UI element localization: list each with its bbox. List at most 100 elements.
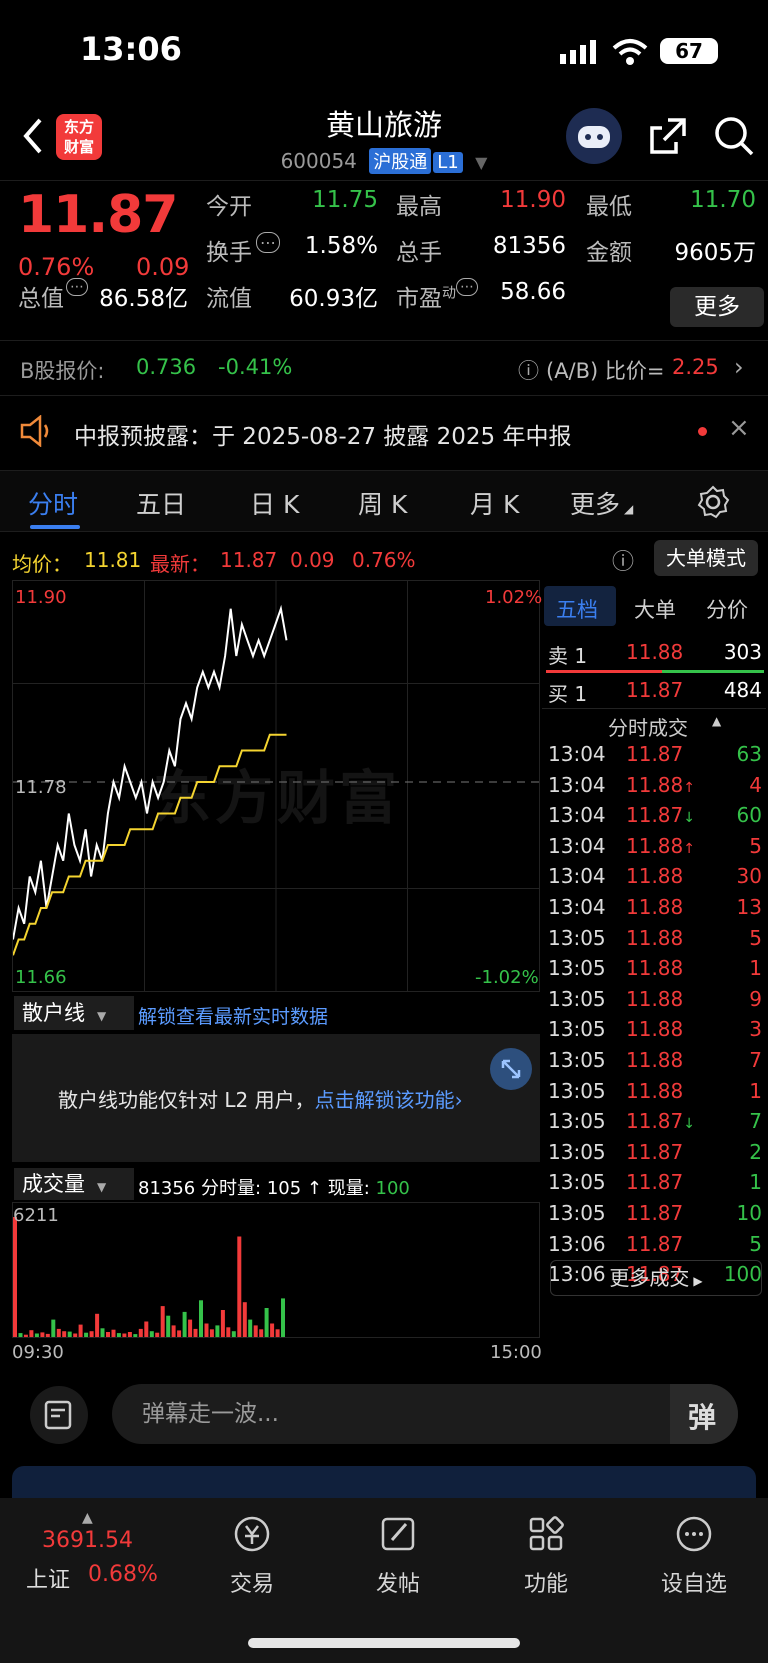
volume-bar [23,1334,28,1337]
volume-bar [231,1331,236,1337]
trade-price: 11.87 [626,1201,684,1225]
latest-change: 0.09 [290,548,335,572]
avg-label: 均价： [12,552,72,576]
trade-volume: 5 [749,833,762,858]
trade-time: 13:05 [548,1017,606,1042]
danmaku-list-icon[interactable] [30,1386,88,1444]
b-share-price: 0.736 [136,355,197,379]
tab-five-day[interactable]: 五日 [136,485,186,521]
trade-price: 11.88 [626,1078,684,1103]
close-icon[interactable]: × [728,413,750,443]
trade-volume: 10 [736,1201,762,1225]
trade-volume: 60 [736,803,762,828]
volume-bar [209,1329,214,1337]
danmaku-input[interactable]: 弹幕走一波... [112,1384,738,1444]
tab-intraday[interactable]: 分时 [28,485,78,521]
time-axis: 09:30 15:00 [12,1340,542,1366]
trade-volume: 7 [749,1048,762,1072]
volume-value: 81356 [492,233,566,259]
trade-row: 13:05 11.88 7 [542,1048,766,1080]
info-icon[interactable]: ⋯ [456,278,478,296]
average-price-row: 均价： 11.81 最新： 11.87 0.09 0.76% ⓘ 大单模式 [0,540,768,580]
share-icon[interactable] [646,114,690,158]
divider [542,708,766,709]
more-button[interactable]: 更多 [670,287,764,327]
current-price: 11.87 [18,185,178,245]
info-icon[interactable]: ⋯ [256,232,280,253]
danmaku-send-button[interactable]: 弹 [670,1384,738,1444]
book-tab-five-level[interactable]: 五档 [556,594,598,624]
unlock-link[interactable]: 解锁查看最新实时数据 [138,1002,328,1029]
open-label: 今开 [206,194,252,220]
volume-bar [89,1331,94,1337]
book-tab-price-dist[interactable]: 分价 [706,594,748,624]
volume-bar [248,1319,253,1337]
expand-icon[interactable] [490,1048,532,1090]
trade-time: 13:05 [548,1201,606,1225]
robot-assistant-icon[interactable] [566,108,622,164]
tab-more[interactable]: 更多 ◢ [570,485,633,521]
volume-select[interactable]: 成交量 ▼ [14,1168,134,1200]
settings-icon[interactable] [696,485,730,519]
retail-line-select[interactable]: 散户线 ▼ [14,996,134,1030]
dropdown-icon: ▼ [97,1009,107,1023]
volume-chart-svg [13,1217,285,1337]
trade-row: 13:05 11.88 3 [542,1017,766,1049]
tab-daily-k[interactable]: 日 K [250,485,299,521]
edit-icon [381,1517,415,1551]
nav-functions[interactable]: 功能 [486,1512,606,1598]
intraday-chart[interactable]: 东方财富 11.90 11.78 11.66 1.02% -1.02% [12,580,542,992]
price-chart-svg [13,581,539,991]
big-order-mode-button[interactable]: 大单模式 [654,540,758,576]
volume-bar [18,1333,23,1337]
pe-value: 58.66 [500,279,566,305]
search-icon[interactable] [712,114,756,158]
chevron-right-icon: ▶ [693,1274,703,1288]
high-label: 最高 [396,194,442,220]
notice-bar[interactable]: 中报预披露：于 2025-08-27 披露 2025 年中报 × [0,397,768,465]
total-cap-value: 86.58亿 [99,286,188,312]
volume-max-label: 6211 [13,1205,59,1226]
question-icon[interactable]: ⓘ [518,355,539,385]
volume-chart[interactable]: 6211 [12,1202,540,1338]
tab-weekly-k[interactable]: 周 K [358,485,407,521]
pct-label-bottom: -1.02% [475,967,539,988]
trade-time: 13:05 [548,1170,606,1195]
latest-percent: 0.76% [352,548,416,572]
volume-bar [84,1332,89,1337]
trade-time: 13:04 [548,742,606,766]
dropdown-icon: ▼ [97,1180,107,1194]
unlock-feature-link[interactable]: 点击解锁该功能› [315,1088,463,1112]
volume-bar [160,1306,165,1337]
trade-time: 13:05 [548,956,606,981]
trade-price: 11.87 [626,1139,684,1164]
danmaku-row: 弹幕走一波... 弹 [0,1380,768,1450]
volume-bar [264,1308,269,1337]
volume-bar [127,1332,132,1337]
chevron-right-icon: › [734,353,744,381]
volume-bar [188,1319,193,1337]
nav-add-watchlist[interactable]: 设自选 [634,1512,754,1598]
trade-time: 13:05 [548,1048,606,1072]
volume-bar [204,1323,209,1337]
volume-bar [144,1321,149,1337]
unread-dot [698,427,707,436]
trade-price: 11.88↑ [626,833,695,858]
trade-price: 11.88 [626,986,684,1011]
help-icon[interactable]: ⓘ [612,544,634,576]
nav-trade[interactable]: 交易 [192,1512,312,1598]
avg-value: 11.81 [84,548,142,572]
volume-bar [100,1328,105,1337]
sort-icon[interactable]: ▲ [712,714,721,728]
info-icon[interactable]: ⋯ [66,278,88,296]
trade-price: 11.88↑ [626,772,695,797]
nav-post[interactable]: 发帖 [338,1512,458,1598]
b-share-row[interactable]: B股报价: 0.736 -0.41% ⓘ (A/B) 比价= 2.25 › [0,340,768,396]
y-label-top: 11.90 [15,587,67,608]
book-tab-big-order[interactable]: 大单 [634,594,676,624]
volume-label: 总手 [396,240,442,266]
more-trades-button[interactable]: 更多成交 ▶ [550,1260,762,1296]
amount-value: 9605万 [674,240,756,266]
trade-time: 13:05 [548,1078,606,1103]
tab-monthly-k[interactable]: 月 K [470,485,519,521]
